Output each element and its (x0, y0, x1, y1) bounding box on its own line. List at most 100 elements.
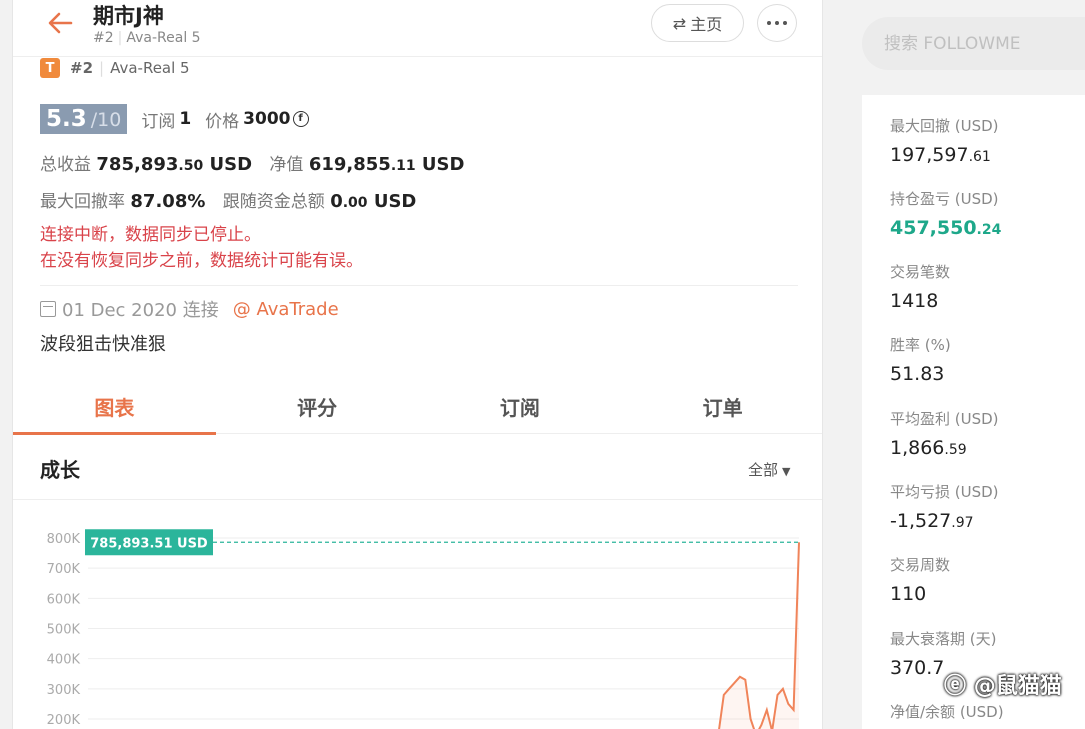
main-panel: 期市J神 #2 | Ava-Real 5 ⇄ 主页 T #2 | Ava-Real … (12, 0, 823, 729)
stat-win-rate: 胜率 (%) 51.83 (890, 334, 951, 385)
stat-value: 110 (890, 583, 927, 605)
stats-sidebar: 最大回撤 (USD) 197,597.61 持仓盈亏 (USD) 457,550… (862, 95, 1085, 729)
subscribe-label: 订阅 (141, 111, 176, 132)
stat-label: 净值/余额 (USD) (890, 703, 1004, 721)
total-profit-value: 785,893.50 USD (96, 154, 253, 175)
max-drawdown-value: 87.08% (130, 191, 206, 212)
rank-label: #2 (70, 59, 94, 77)
stat-label: 交易笔数 (890, 263, 951, 281)
home-button[interactable]: ⇄ 主页 (651, 4, 744, 42)
separator: | (117, 30, 123, 46)
score-badge: 5.3/10 (40, 104, 128, 134)
watermark: ⓔ @鼠猫猫 (944, 674, 1062, 699)
broker-link[interactable]: @ AvaTrade (233, 299, 339, 320)
growth-title: 成长 (40, 458, 80, 482)
more-icon-dot (775, 21, 779, 25)
stat-value: 1418 (890, 290, 939, 312)
current-value-label: 785,893.51 USD (90, 536, 208, 551)
series-area (719, 542, 799, 729)
stat-trade-count: 交易笔数 1418 (890, 261, 950, 312)
stat-value: 51.83 (890, 363, 945, 385)
range-value: 全部 (748, 461, 779, 479)
max-drawdown-label: 最大回撤率 (40, 192, 125, 212)
stat-value: 197,597.61 (890, 144, 991, 166)
net-value-value: 619,855.11 USD (308, 154, 465, 175)
y-tick-label: 200K (47, 713, 81, 728)
y-tick-label: 400K (47, 653, 81, 668)
sync-warning-line2: 在没有恢复同步之前，数据统计可能有误。 (40, 251, 363, 271)
stat-max-drawdown: 最大回撤 (USD) 197,597.61 (890, 115, 999, 166)
swap-icon: ⇄ (672, 13, 687, 33)
series-line (718, 542, 800, 729)
net-value-label: 净值 (269, 155, 304, 175)
calendar-icon (40, 301, 56, 317)
stat-avg-loss: 平均亏损 (USD) -1,527.97 (890, 481, 999, 532)
more-options-button[interactable] (757, 4, 797, 42)
top-header: 期市J神 #2 | Ava-Real 5 ⇄ 主页 (13, 0, 822, 57)
sync-warning-line1: 连接中断，数据同步已停止。 (40, 225, 261, 245)
y-tick-label: 700K (47, 562, 81, 577)
search-input[interactable] (884, 33, 1084, 54)
stat-label: 胜率 (%) (890, 336, 951, 354)
tab-rating[interactable]: 评分 (216, 378, 419, 434)
growth-chart-svg: 800K 700K 600K 500K 400K 300K 200K 785,893.51 U… (47, 529, 800, 729)
total-profit-label: 总收益 (40, 155, 91, 175)
profit-row: 总收益 785,893.50 USD 净值 619,855.11 USD (40, 150, 464, 175)
page-title: 期市J神 (93, 4, 164, 28)
growth-chart: 800K 700K 600K 500K 400K 300K 200K 785,893.51 U… (13, 520, 822, 729)
stat-label: 平均盈利 (USD) (890, 410, 999, 428)
divider (40, 285, 798, 286)
score-max: /10 (90, 109, 122, 131)
subscribe-count: 1 (179, 109, 192, 129)
caret-down-icon: ▼ (782, 465, 791, 478)
page: 期市J神 #2 | Ava-Real 5 ⇄ 主页 T #2 | Ava-Real … (0, 0, 1085, 729)
follow-funds-value: 0.00 USD (330, 191, 417, 212)
drawdown-row: 最大回撤率 87.08% 跟随资金总额 0.00 USD (40, 187, 416, 212)
growth-header: 成长 全部 ▼ (13, 434, 822, 500)
y-tick-label: 800K (47, 532, 81, 547)
stat-open-pl: 持仓盈亏 (USD) 457,550.24 (890, 188, 1001, 239)
tab-orders[interactable]: 订单 (621, 378, 822, 434)
stat-equity-balance: 净值/余额 (USD) (890, 701, 1004, 722)
connection-row: 01 Dec 2020 连接 @ AvaTrade (40, 296, 339, 322)
weibo-icon: ⓔ (944, 674, 967, 699)
price-label: 价格 (205, 111, 240, 132)
more-icon-dot (783, 21, 787, 25)
stat-label: 最大回撤 (USD) (890, 117, 999, 135)
stat-trade-weeks: 交易周数 110 (890, 554, 950, 605)
account-description: 波段狙击快准狠 (40, 334, 166, 355)
coin-icon: f (292, 111, 309, 127)
stat-avg-profit: 平均盈利 (USD) 1,866.59 (890, 408, 999, 459)
trader-type-badge: T (40, 58, 60, 78)
home-button-label: 主页 (690, 15, 723, 34)
server-label: Ava-Real 5 (110, 59, 190, 77)
account-badge-row: T #2 | Ava-Real 5 (40, 58, 190, 78)
more-icon-dot (767, 21, 771, 25)
arrow-left-icon (48, 12, 73, 34)
score-row: 5.3/10 订阅 1 价格 3000 f (40, 104, 309, 134)
stat-value: 1,866.59 (890, 437, 967, 459)
stat-label: 交易周数 (890, 556, 951, 574)
tab-chart[interactable]: 图表 (13, 378, 216, 435)
y-tick-label: 300K (47, 683, 81, 698)
price-value: 3000 (243, 109, 291, 129)
page-subtitle: #2 | Ava-Real 5 (93, 30, 201, 46)
stat-label: 最大衰落期 (天) (890, 630, 997, 648)
tab-subscribe[interactable]: 订阅 (419, 378, 622, 434)
rank-label: #2 (93, 30, 114, 46)
server-label: Ava-Real 5 (126, 30, 201, 46)
back-button[interactable] (45, 10, 75, 36)
y-tick-label: 500K (47, 623, 81, 638)
stat-value: -1,527.97 (890, 510, 974, 532)
tab-bar: 图表 评分 订阅 订单 (13, 378, 822, 435)
stat-label: 平均亏损 (USD) (890, 483, 999, 501)
stat-label: 持仓盈亏 (USD) (890, 190, 999, 208)
score-value: 5.3 (46, 106, 87, 132)
y-tick-label: 600K (47, 592, 81, 607)
stat-value: 457,550.24 (890, 217, 1002, 239)
search-box[interactable] (862, 17, 1085, 70)
range-dropdown[interactable]: 全部 ▼ (748, 459, 790, 480)
connection-date: 01 Dec 2020 连接 (62, 300, 219, 321)
follow-funds-label: 跟随资金总额 (222, 192, 325, 212)
separator: | (99, 59, 105, 77)
